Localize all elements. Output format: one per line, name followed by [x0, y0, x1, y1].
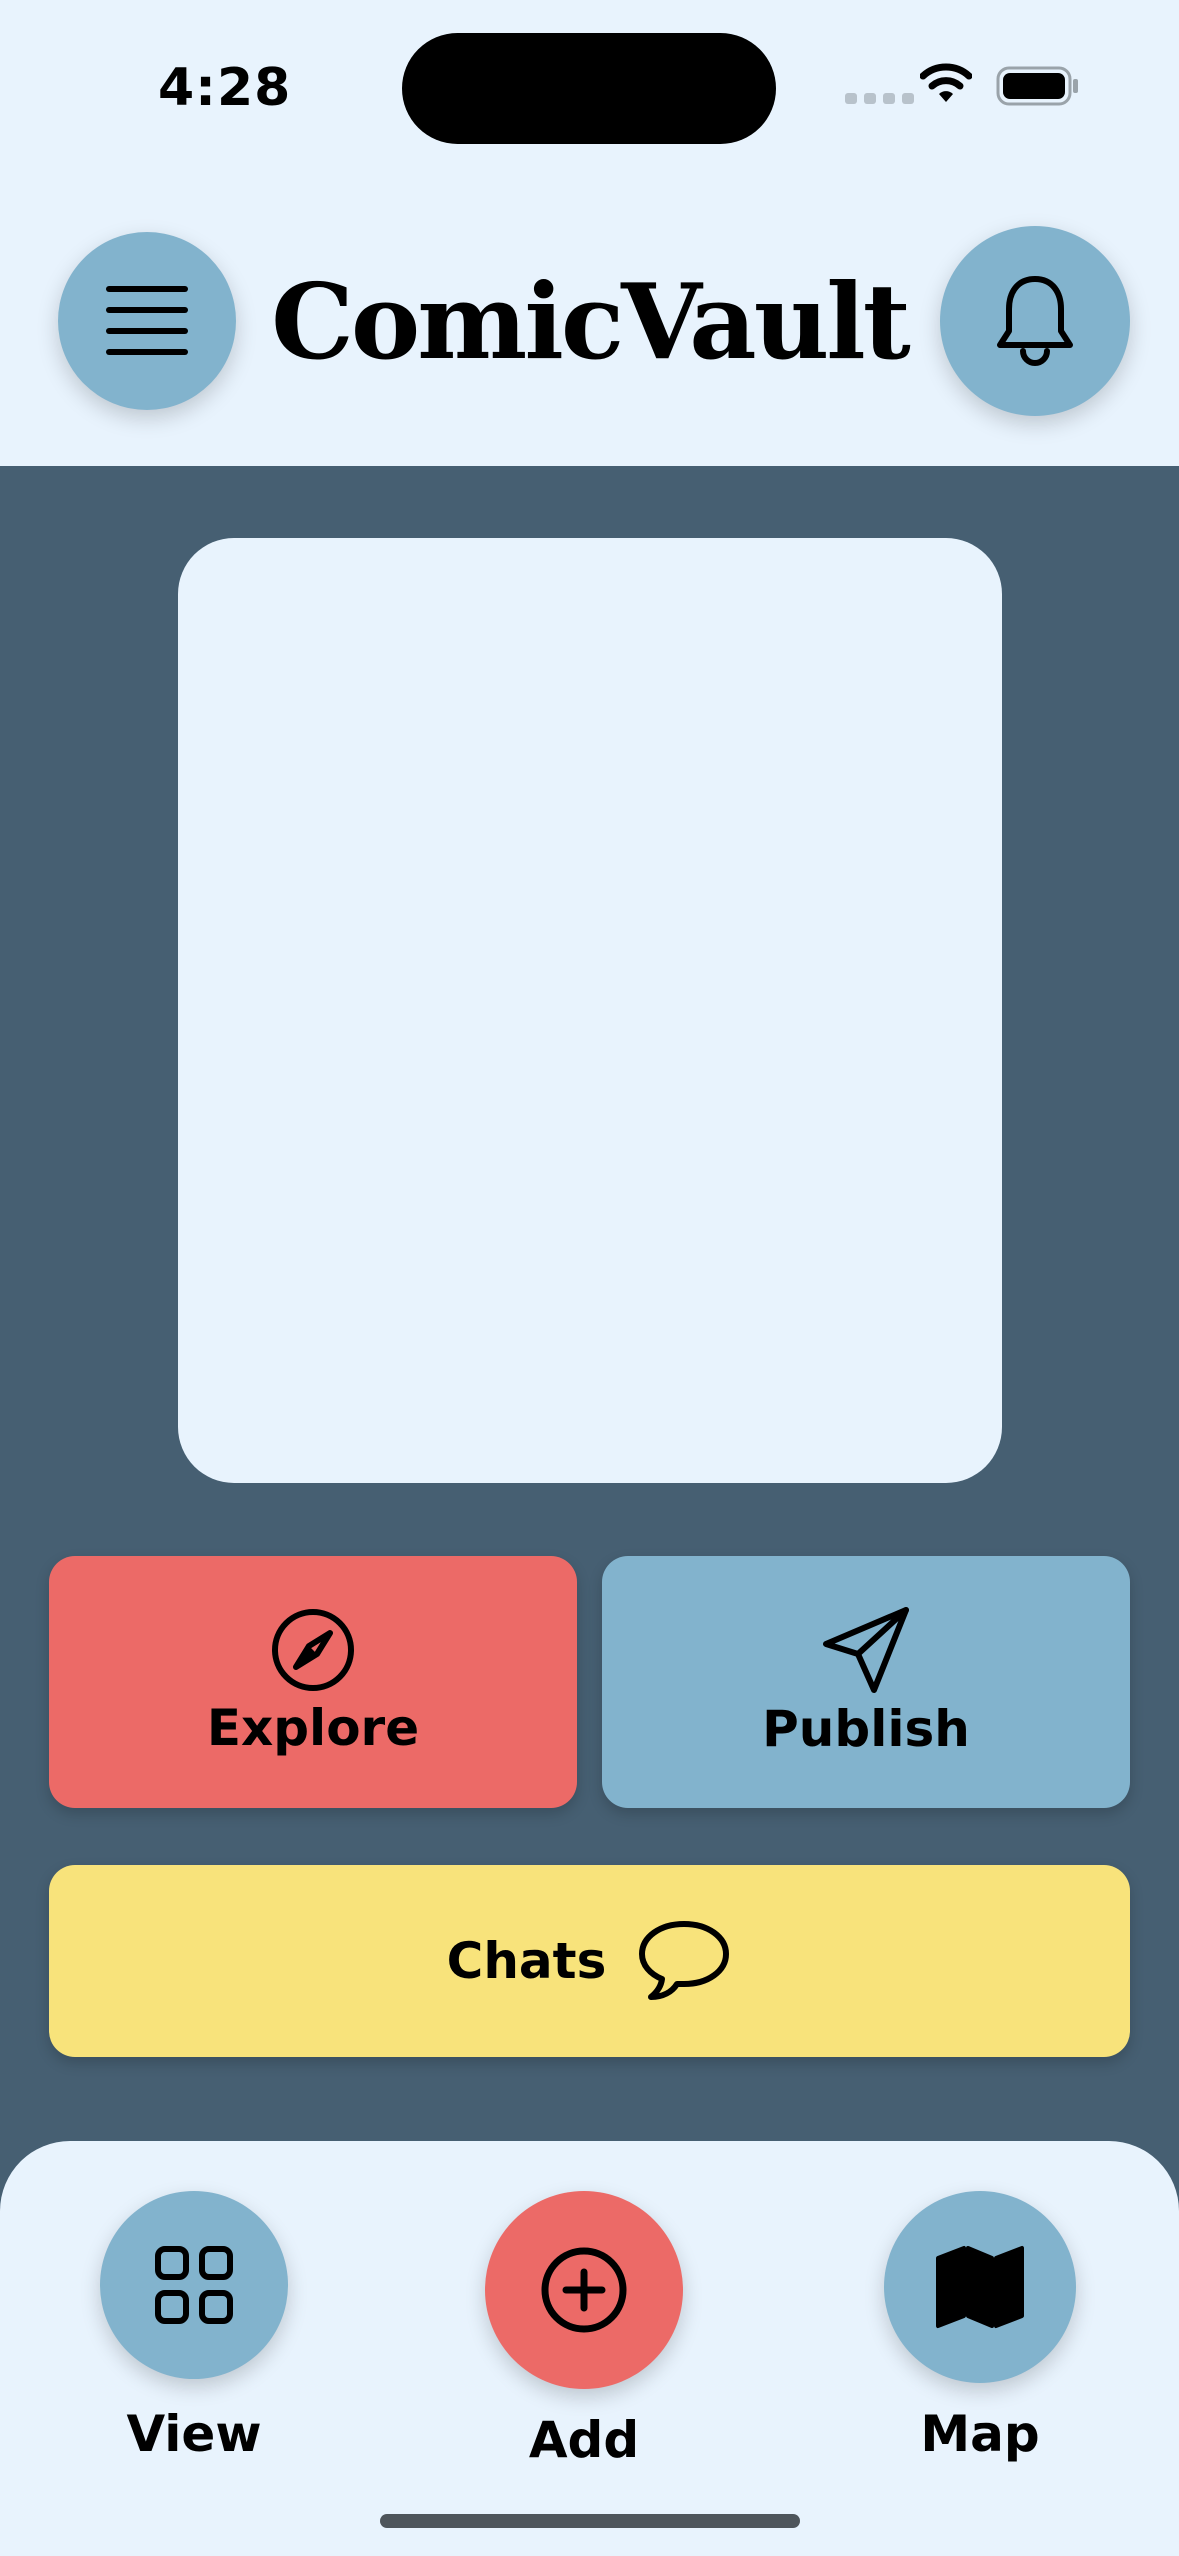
- map-label: Map: [920, 2405, 1040, 2463]
- comic-preview-card[interactable]: [178, 538, 1002, 1483]
- app-header: ComicVault: [0, 190, 1179, 466]
- compass-icon: [272, 1609, 354, 1691]
- status-bar: 4:28: [0, 0, 1179, 190]
- home-indicator[interactable]: [380, 2514, 800, 2528]
- publish-button[interactable]: Publish: [602, 1556, 1130, 1808]
- status-time: 4:28: [158, 58, 292, 118]
- dynamic-island: [402, 33, 776, 144]
- nav-item-map[interactable]: Map: [884, 2191, 1076, 2463]
- chats-button[interactable]: Chats: [49, 1865, 1130, 2057]
- add-button[interactable]: [485, 2191, 683, 2389]
- view-label: View: [126, 2405, 262, 2463]
- explore-label: Explore: [206, 1699, 420, 1757]
- plus-circle-icon: [541, 2247, 627, 2333]
- bottom-nav-bar: View Add Map: [0, 2141, 1179, 2556]
- map-button[interactable]: [884, 2191, 1076, 2383]
- add-label: Add: [528, 2411, 640, 2469]
- speech-bubble-icon: [639, 1921, 730, 2000]
- battery-icon: [996, 66, 1078, 106]
- cellular-signal-icon: [845, 93, 914, 104]
- publish-label: Publish: [762, 1700, 970, 1758]
- chats-label: Chats: [446, 1932, 607, 1990]
- bell-icon: [997, 276, 1073, 366]
- explore-button[interactable]: Explore: [49, 1556, 577, 1808]
- nav-item-view[interactable]: View: [100, 2191, 288, 2463]
- notifications-button[interactable]: [940, 226, 1130, 416]
- paper-plane-icon: [823, 1607, 909, 1693]
- nav-item-add[interactable]: Add: [485, 2191, 683, 2469]
- grid-icon: [155, 2246, 233, 2324]
- view-button[interactable]: [100, 2191, 288, 2379]
- map-icon: [936, 2246, 1024, 2328]
- wifi-icon: [920, 63, 972, 102]
